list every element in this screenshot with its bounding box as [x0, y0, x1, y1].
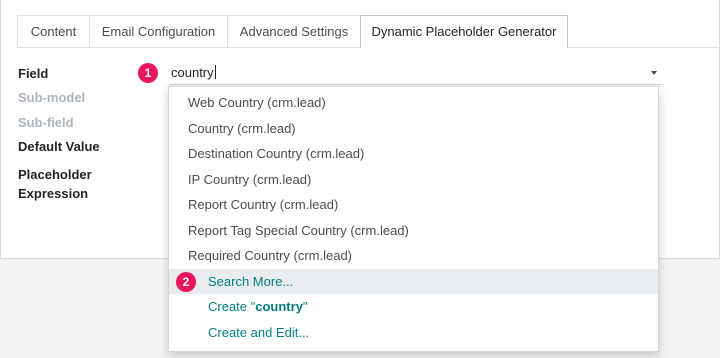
notebook-tabs: Content Email Configuration Advanced Set… — [17, 15, 720, 48]
search-more-link[interactable]: Search More... — [169, 269, 658, 294]
tab-advanced-settings[interactable]: Advanced Settings — [227, 15, 361, 47]
create-prefix: Create " — [208, 299, 256, 314]
placeholder-expression-label: Placeholder Expression — [18, 165, 92, 203]
option-report-tag-special-country[interactable]: Report Tag Special Country (crm.lead) — [169, 218, 658, 243]
field-input-value: country — [171, 65, 214, 80]
option-ip-country[interactable]: IP Country (crm.lead) — [169, 167, 658, 192]
tab-email-configuration[interactable]: Email Configuration — [89, 15, 228, 47]
autocomplete-dropdown: Web Country (crm.lead) Country (crm.lead… — [168, 86, 659, 352]
placeholder-label-line1: Placeholder — [18, 167, 92, 182]
option-required-country[interactable]: Required Country (crm.lead) — [169, 243, 658, 268]
option-report-country[interactable]: Report Country (crm.lead) — [169, 192, 658, 217]
create-suffix: " — [302, 299, 308, 314]
submodel-label: Sub-model — [18, 90, 86, 105]
text-cursor — [214, 65, 216, 79]
create-option[interactable]: Create "country" — [169, 294, 658, 319]
option-destination-country[interactable]: Destination Country (crm.lead) — [169, 141, 658, 166]
tab-dynamic-placeholder-generator[interactable]: Dynamic Placeholder Generator — [360, 15, 568, 48]
default-value-label: Default Value — [18, 139, 100, 154]
option-web-country[interactable]: Web Country (crm.lead) — [169, 90, 658, 115]
step-badge-2: 2 — [176, 272, 196, 292]
placeholder-label-line2: Expression — [18, 186, 89, 201]
tab-content[interactable]: Content — [17, 15, 90, 47]
field-input[interactable]: country — [169, 62, 661, 85]
create-and-edit-option[interactable]: Create and Edit... — [169, 320, 658, 345]
chevron-down-icon[interactable] — [651, 71, 657, 75]
field-label: Field — [18, 66, 49, 81]
step-badge-1: 1 — [138, 63, 158, 83]
create-term: country — [255, 299, 303, 314]
subfield-label: Sub-field — [18, 115, 74, 130]
option-country[interactable]: Country (crm.lead) — [169, 116, 658, 141]
